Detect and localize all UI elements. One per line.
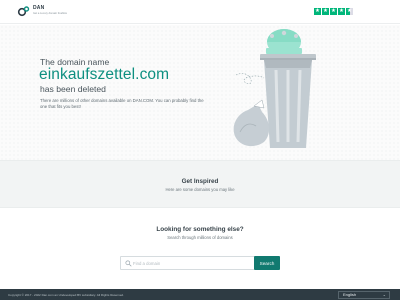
inspired-section: Get Inspired Here are some domains you m… <box>0 160 400 208</box>
chevron-down-icon: ⌄ <box>382 292 386 297</box>
search-title: Looking for something else? <box>156 226 244 233</box>
domain-name: einkaufszettel.com <box>39 66 170 83</box>
brand-tagline: Get a Luxury domain freeflow <box>33 12 67 15</box>
star-icon: ★ <box>314 8 321 15</box>
search-subtitle: Search through millions of domains <box>167 235 233 240</box>
star-icon: ★ <box>322 8 329 15</box>
copyright-text: Copyright © 2017 - 2022 Dan.com an Undev… <box>8 293 124 297</box>
trash-can-illustration-icon <box>233 29 316 148</box>
dan-logo-icon[interactable] <box>17 5 31 19</box>
inspired-subtitle: Here are some domains you may like <box>165 187 235 192</box>
brand-name[interactable]: DAN <box>33 5 44 11</box>
search-icon <box>125 260 132 267</box>
search-section: Looking for something else? Search throu… <box>0 226 400 240</box>
half-star-icon: ★ <box>346 8 353 15</box>
search-field[interactable] <box>120 256 255 270</box>
footer: Copyright © 2017 - 2022 Dan.com an Undev… <box>0 289 400 300</box>
search-button[interactable]: Search <box>254 256 280 270</box>
top-bar: DAN Get a Luxury domain freeflow ★ ★ ★ ★… <box>0 0 400 24</box>
hero-description: There are millions of other domains avai… <box>40 98 204 110</box>
language-select[interactable]: English ⌄ <box>338 291 390 299</box>
inspired-title: Get Inspired <box>181 178 219 185</box>
trustpilot-rating[interactable]: ★ ★ ★ ★ ★ <box>314 8 353 15</box>
search-input[interactable] <box>133 258 251 269</box>
star-icon: ★ <box>338 8 345 15</box>
star-icon: ★ <box>330 8 337 15</box>
hero-line-3: has been deleted <box>40 84 106 94</box>
language-label: English <box>343 292 357 297</box>
